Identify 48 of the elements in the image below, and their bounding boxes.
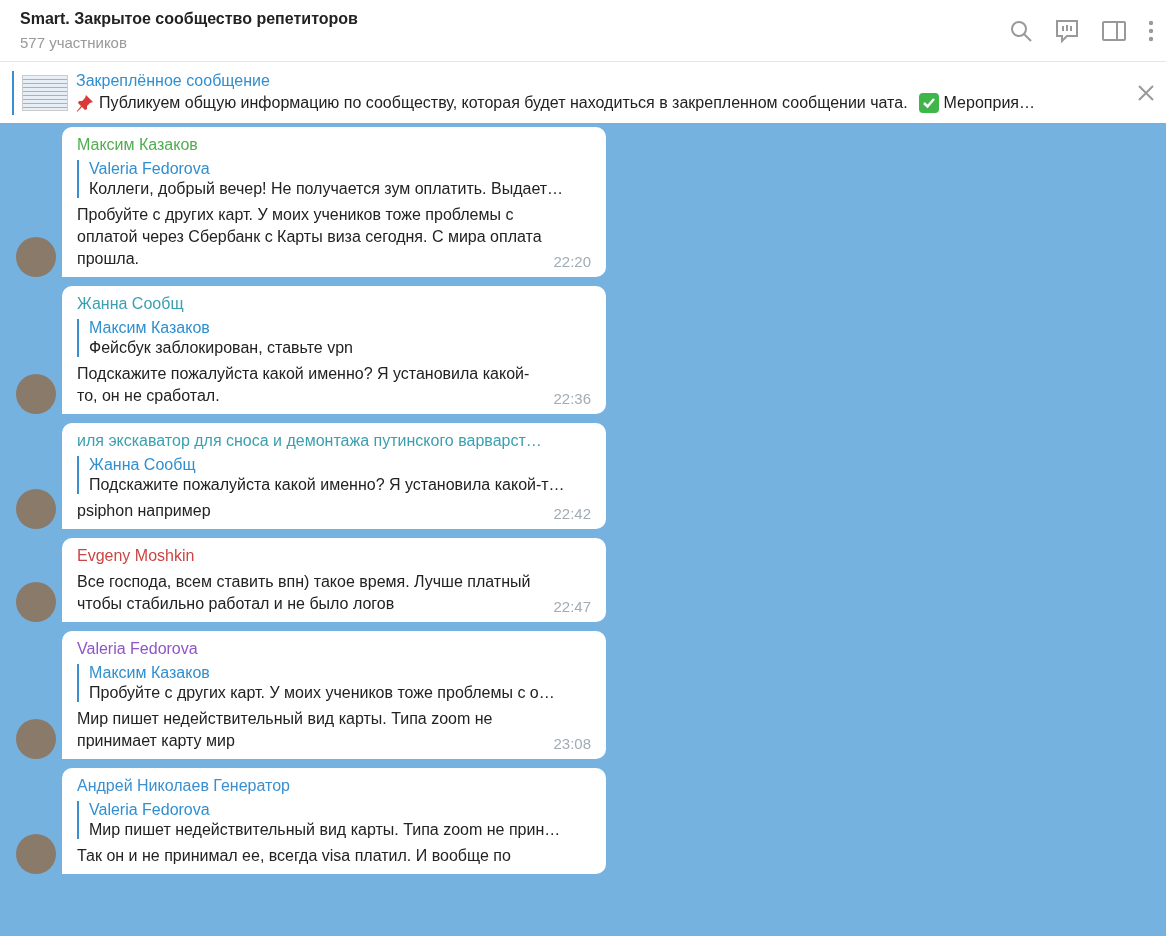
- pinned-message-bar[interactable]: Закреплённое сообщение Публикуем общую информацию по сообществу, которая будет находиться в закрепленном сообщении чата. Мероприя…: [0, 62, 1166, 123]
- reply-author: Valeria Fedorova: [89, 801, 211, 819]
- chat-title: Smart. Закрытое сообщество репетиторов: [20, 10, 358, 28]
- reply-quote[interactable]: Valeria Fedorova Мир пишет недействительный вид карты. Типа zoom не прин…: [77, 801, 591, 839]
- message-text: Мир пишет недействительный вид карты. Типа zoom не принимает карту мир: [77, 709, 494, 751]
- more-icon[interactable]: [1148, 19, 1154, 42]
- message-time: 22:20: [553, 253, 591, 270]
- avatar-photo[interactable]: [16, 582, 56, 622]
- author-name[interactable]: Evgeny Moshkin: [77, 547, 591, 565]
- check-mark-icon: [918, 93, 939, 113]
- message-time: 22:36: [553, 390, 591, 407]
- reply-text: Коллеги, добрый вечер! Не получается зум оплатить. Выдает…: [89, 180, 565, 198]
- avatar-photo[interactable]: [16, 374, 56, 414]
- message-time: 22:47: [553, 598, 591, 615]
- sidebar-icon[interactable]: [1102, 20, 1126, 41]
- message-text: Так он и не принимал ее, всегда visa платил. И вообще по: [77, 846, 512, 866]
- member-count: 577 участников: [20, 34, 128, 51]
- author-name[interactable]: Valeria Fedorova: [77, 640, 591, 658]
- avatar-photo[interactable]: [16, 719, 56, 759]
- message-time: 22:42: [553, 505, 591, 522]
- close-icon[interactable]: [1138, 84, 1154, 101]
- message-text: Подскажите пожалуйста какой именно? Я установила какой-то, он не сработал.: [77, 364, 531, 406]
- speech-bubble-icon[interactable]: [1054, 18, 1080, 43]
- message-time: 23:08: [553, 735, 591, 752]
- pinned-title: Закреплённое сообщение: [76, 72, 271, 90]
- reply-quote[interactable]: Максим Казаков Фейсбук заблокирован, ставьте vpn: [77, 319, 591, 357]
- reply-quote[interactable]: Жанна Сообщ Подскажите пожалуйста какой именно? Я установила какой-т…: [77, 456, 591, 494]
- reply-author: Valeria Fedorova: [89, 160, 211, 178]
- reply-author: Максим Казаков: [89, 664, 211, 682]
- message-text: Все господа, всем ставить впн) такое время. Лучше платный чтобы стабильно работал и не было логов: [77, 572, 532, 614]
- avatar-photo[interactable]: [16, 237, 56, 277]
- reply-text: Мир пишет недействительный вид карты. Типа zoom не прин…: [89, 821, 562, 839]
- reply-author: Жанна Сообщ: [89, 456, 197, 474]
- pushpin-icon: [76, 94, 94, 112]
- avatar-photo[interactable]: [16, 834, 56, 874]
- reply-text: Пробуйте с других карт. У моих учеников тоже проблемы с о…: [89, 684, 556, 702]
- reply-text: Фейсбук заблокирован, ставьте vpn: [89, 339, 354, 357]
- reply-text: Подскажите пожалуйста какой именно? Я установила какой-т…: [89, 476, 566, 494]
- reply-author: Максим Казаков: [89, 319, 211, 337]
- document-thumbnail: [22, 74, 68, 111]
- search-icon[interactable]: [1010, 19, 1032, 42]
- reply-quote[interactable]: Valeria Fedorova Коллеги, добрый вечер! Не получается зум оплатить. Выдает…: [77, 160, 591, 198]
- avatar-photo[interactable]: [16, 489, 56, 529]
- pinned-text: Публикуем общую информацию по сообществу, которая будет находиться в закрепленном сообщении чата.: [99, 94, 908, 112]
- reply-quote[interactable]: Максим Казаков Пробуйте с других карт. У моих учеников тоже проблемы с о…: [77, 664, 591, 702]
- message-text: psiphon например: [77, 501, 212, 521]
- pinned-text-more: Мероприя…: [943, 94, 1035, 112]
- message-text: Пробуйте с других карт. У моих учеников тоже проблемы с оплатой через Сбербанк с Карты виза сегодня. С мира оплата прошла.: [77, 205, 543, 269]
